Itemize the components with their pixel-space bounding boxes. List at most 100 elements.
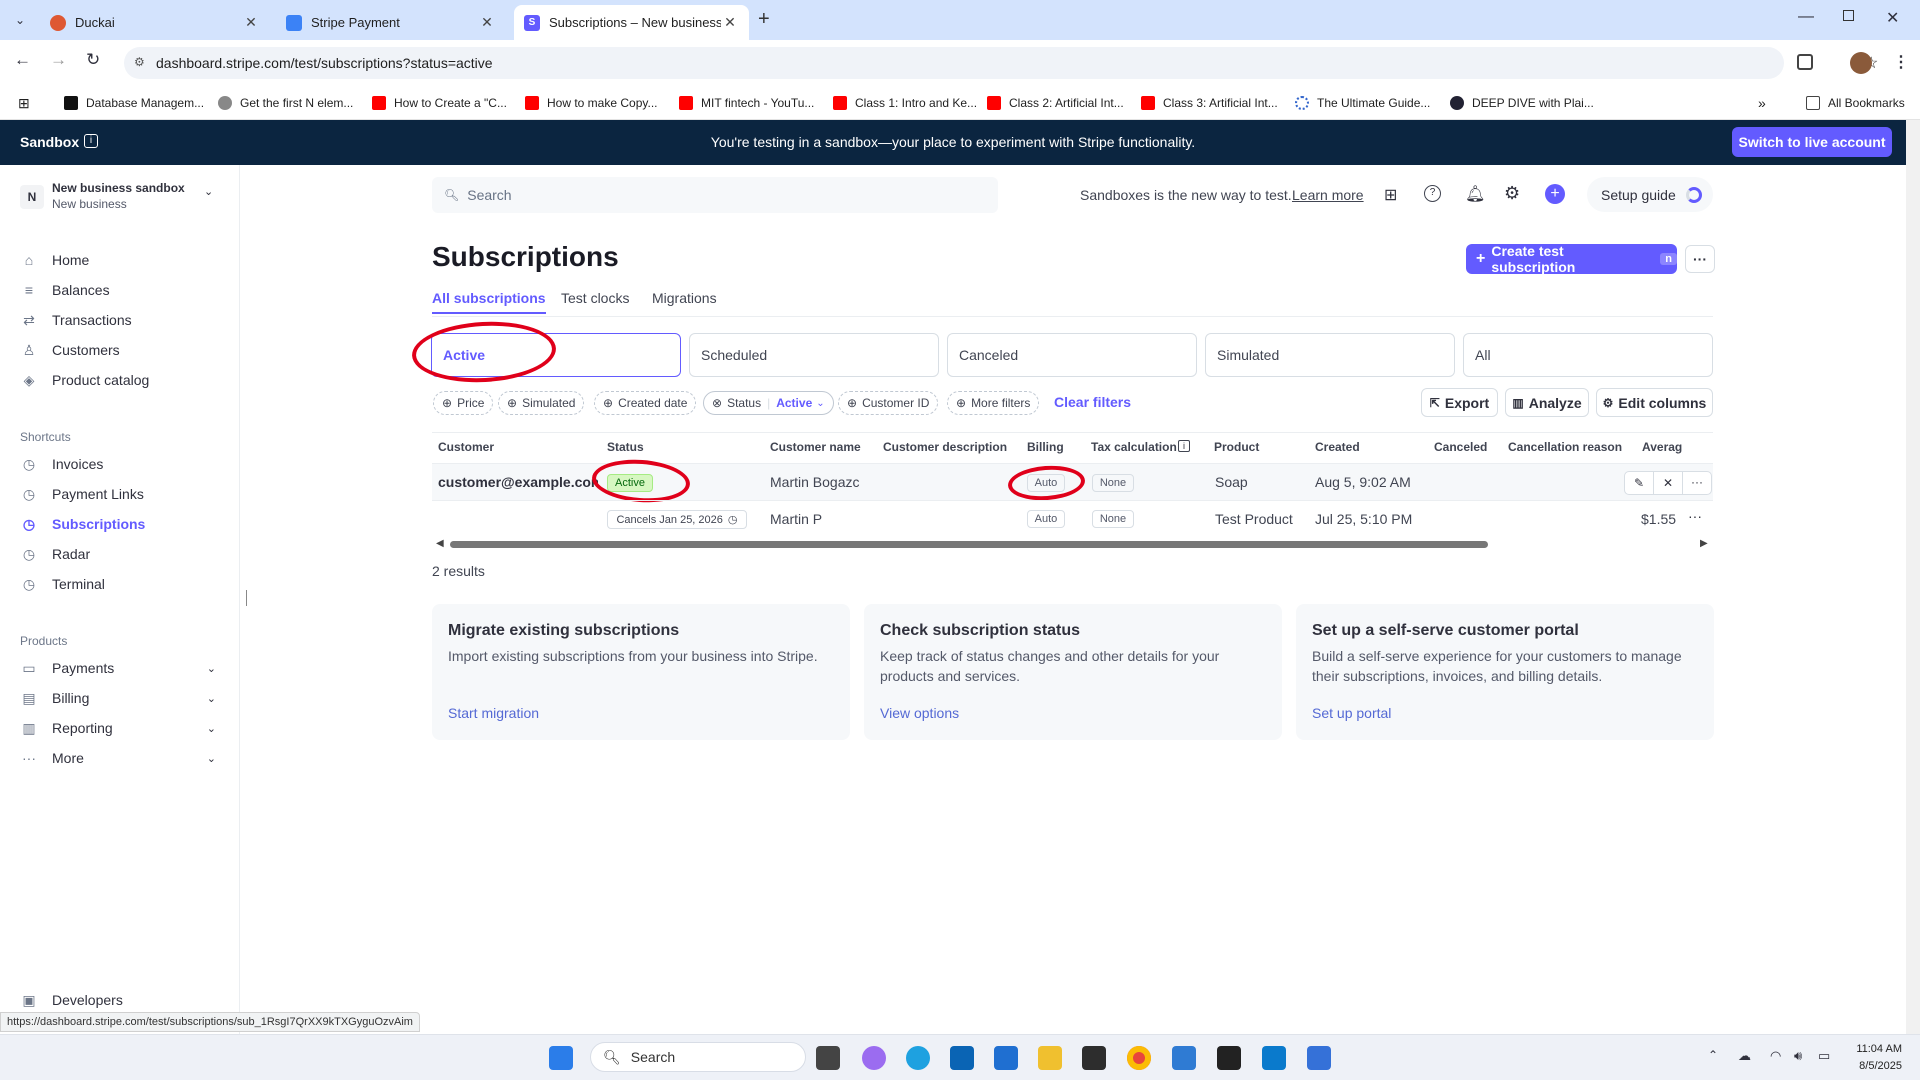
- sidebar-item-home[interactable]: ⌂ Home: [20, 251, 90, 269]
- taskbar-search[interactable]: 🔍︎ Search: [590, 1042, 806, 1072]
- filter-tab-canceled[interactable]: Canceled: [947, 333, 1197, 377]
- tab-duckai[interactable]: Duckai ✕: [40, 5, 270, 40]
- sidebar-item-subscriptions[interactable]: ◷ Subscriptions: [20, 515, 145, 533]
- filter-tab-simulated[interactable]: Simulated: [1205, 333, 1455, 377]
- sidebar-item-billing[interactable]: ▤ Billing ⌄: [20, 689, 216, 707]
- sidebar-item-payments[interactable]: ▭ Payments ⌄: [20, 659, 216, 677]
- reload-icon[interactable]: ↻: [86, 50, 100, 70]
- column-header[interactable]: Averag: [1642, 440, 1682, 454]
- more-dots-icon[interactable]: ···: [1688, 508, 1702, 524]
- sidebar-item-product-catalog[interactable]: ◈ Product catalog: [20, 371, 150, 389]
- minimize-icon[interactable]: —: [1798, 8, 1814, 26]
- store-icon[interactable]: [994, 1046, 1018, 1070]
- close-icon[interactable]: ✕: [721, 14, 739, 31]
- sidebar-item-customers[interactable]: ♙ Customers: [20, 341, 120, 359]
- analyze-button[interactable]: ▥ Analyze: [1505, 388, 1589, 417]
- bookmark-item[interactable]: Database Managem...: [64, 93, 204, 113]
- gear-icon[interactable]: ⚙: [1504, 183, 1520, 204]
- filter-chip-more[interactable]: ⊕ More filters: [947, 391, 1040, 415]
- tab-list-chevron-icon[interactable]: ⌄: [10, 10, 30, 30]
- sidebar-item-reporting[interactable]: ▥ Reporting ⌄: [20, 719, 216, 737]
- folder-icon[interactable]: [1038, 1046, 1062, 1070]
- more-dots-icon[interactable]: ···: [1682, 472, 1711, 494]
- network-icon[interactable]: ☁: [1738, 1048, 1751, 1064]
- clock-time[interactable]: 11:04 AM: [1848, 1043, 1902, 1055]
- page-scrollbar[interactable]: [1906, 120, 1920, 1034]
- clock-date[interactable]: 8/5/2025: [1848, 1060, 1902, 1072]
- windows-start-icon[interactable]: [549, 1046, 573, 1070]
- restore-icon[interactable]: [1843, 10, 1854, 21]
- edge-icon[interactable]: [906, 1046, 930, 1070]
- visual-studio-icon[interactable]: [1172, 1046, 1196, 1070]
- tab-all-subscriptions[interactable]: All subscriptions: [432, 290, 546, 314]
- url-bar[interactable]: ⚙ dashboard.stripe.com/test/subscription…: [124, 47, 1878, 79]
- chevron-down-icon[interactable]: ⌄: [204, 185, 213, 198]
- search-input[interactable]: 🔍︎ Search: [432, 177, 998, 213]
- filter-chip-status[interactable]: ⊗ Status | Active ⌄: [703, 391, 834, 415]
- volume-icon[interactable]: 🔊︎: [1794, 1048, 1802, 1064]
- scroll-left-icon[interactable]: ◀: [436, 538, 444, 549]
- window-close-icon[interactable]: ✕: [1886, 8, 1899, 28]
- scroll-right-icon[interactable]: ▶: [1700, 538, 1708, 549]
- apps-grid-icon[interactable]: ⊞: [18, 93, 30, 113]
- app-icon[interactable]: [1082, 1046, 1106, 1070]
- extensions-icon[interactable]: [1797, 54, 1813, 70]
- bookmark-item[interactable]: How to Create a "C...: [372, 93, 507, 113]
- sidebar-item-more[interactable]: ··· More ⌄: [20, 749, 216, 767]
- bookmark-item[interactable]: Get the first N elem...: [218, 93, 353, 113]
- bookmark-item[interactable]: DEEP DIVE with Plai...: [1450, 93, 1594, 113]
- bookmark-item[interactable]: Class 3: Artificial Int...: [1141, 93, 1278, 113]
- learn-more-link[interactable]: Learn more: [1292, 187, 1364, 203]
- info-icon[interactable]: i: [1178, 440, 1190, 452]
- clear-filters-link[interactable]: Clear filters: [1054, 394, 1131, 410]
- edit-columns-button[interactable]: ⚙ Edit columns: [1596, 388, 1713, 417]
- switch-live-button[interactable]: Switch to live account: [1732, 127, 1892, 157]
- bookmark-item[interactable]: The Ultimate Guide...: [1295, 93, 1430, 113]
- bell-icon[interactable]: 🔔︎: [1465, 184, 1485, 204]
- avatar[interactable]: [1850, 52, 1872, 74]
- sidebar-resize-handle[interactable]: [246, 590, 247, 606]
- column-header[interactable]: Canceled: [1434, 440, 1487, 454]
- close-icon[interactable]: ✕: [242, 14, 260, 31]
- setup-portal-link[interactable]: Set up portal: [1312, 705, 1391, 721]
- add-icon[interactable]: +: [1545, 184, 1565, 204]
- close-icon[interactable]: ✕: [478, 14, 496, 31]
- column-header[interactable]: Created: [1315, 440, 1360, 454]
- column-header[interactable]: Tax calculation: [1091, 440, 1177, 454]
- wifi-icon[interactable]: ◠: [1770, 1048, 1781, 1064]
- filter-chip-price[interactable]: ⊕ Price: [433, 391, 494, 415]
- start-migration-link[interactable]: Start migration: [448, 705, 539, 721]
- copilot-icon[interactable]: [862, 1046, 886, 1070]
- view-options-link[interactable]: View options: [880, 705, 959, 721]
- site-info-icon[interactable]: ⚙: [134, 55, 145, 69]
- sidebar-item-terminal[interactable]: ◷ Terminal: [20, 575, 105, 593]
- export-button[interactable]: ⇱ Export: [1421, 388, 1498, 417]
- more-actions-button[interactable]: ···: [1685, 245, 1715, 273]
- filter-tab-scheduled[interactable]: Scheduled: [689, 333, 939, 377]
- taskview-icon[interactable]: [816, 1046, 840, 1070]
- column-header[interactable]: Product: [1214, 440, 1259, 454]
- sidebar-item-developers[interactable]: ▣ Developers: [20, 991, 122, 1009]
- back-icon[interactable]: ←: [14, 50, 31, 70]
- outlook-icon[interactable]: [950, 1046, 974, 1070]
- new-tab-icon[interactable]: +: [758, 8, 770, 31]
- tab-migrations[interactable]: Migrations: [652, 290, 717, 306]
- sidebar-item-transactions[interactable]: ⇄ Transactions: [20, 311, 132, 329]
- tab-subscriptions[interactable]: S Subscriptions – New business sa ✕: [514, 5, 749, 40]
- account-name[interactable]: New business sandbox: [52, 181, 185, 195]
- cell-customer[interactable]: customer@example.com: [438, 474, 598, 490]
- bookmark-item[interactable]: Class 2: Artificial Int...: [987, 93, 1124, 113]
- chevron-up-icon[interactable]: ⌃: [1708, 1048, 1718, 1062]
- all-bookmarks[interactable]: All Bookmarks: [1806, 93, 1905, 113]
- filter-chip-simulated[interactable]: ⊕ Simulated: [498, 391, 585, 415]
- filter-tab-all[interactable]: All: [1463, 333, 1713, 377]
- help-icon[interactable]: ?: [1424, 185, 1441, 202]
- bookmark-item[interactable]: MIT fintech - YouTu...: [679, 93, 814, 113]
- chrome-icon[interactable]: [1127, 1046, 1151, 1070]
- setup-guide-button[interactable]: Setup guide: [1587, 177, 1713, 212]
- sidebar-item-radar[interactable]: ◷ Radar: [20, 545, 90, 563]
- filter-chip-customer-id[interactable]: ⊕ Customer ID: [838, 391, 939, 415]
- column-header[interactable]: Customer description: [883, 440, 1007, 454]
- vscode-icon[interactable]: [1262, 1046, 1286, 1070]
- terminal-icon[interactable]: [1217, 1046, 1241, 1070]
